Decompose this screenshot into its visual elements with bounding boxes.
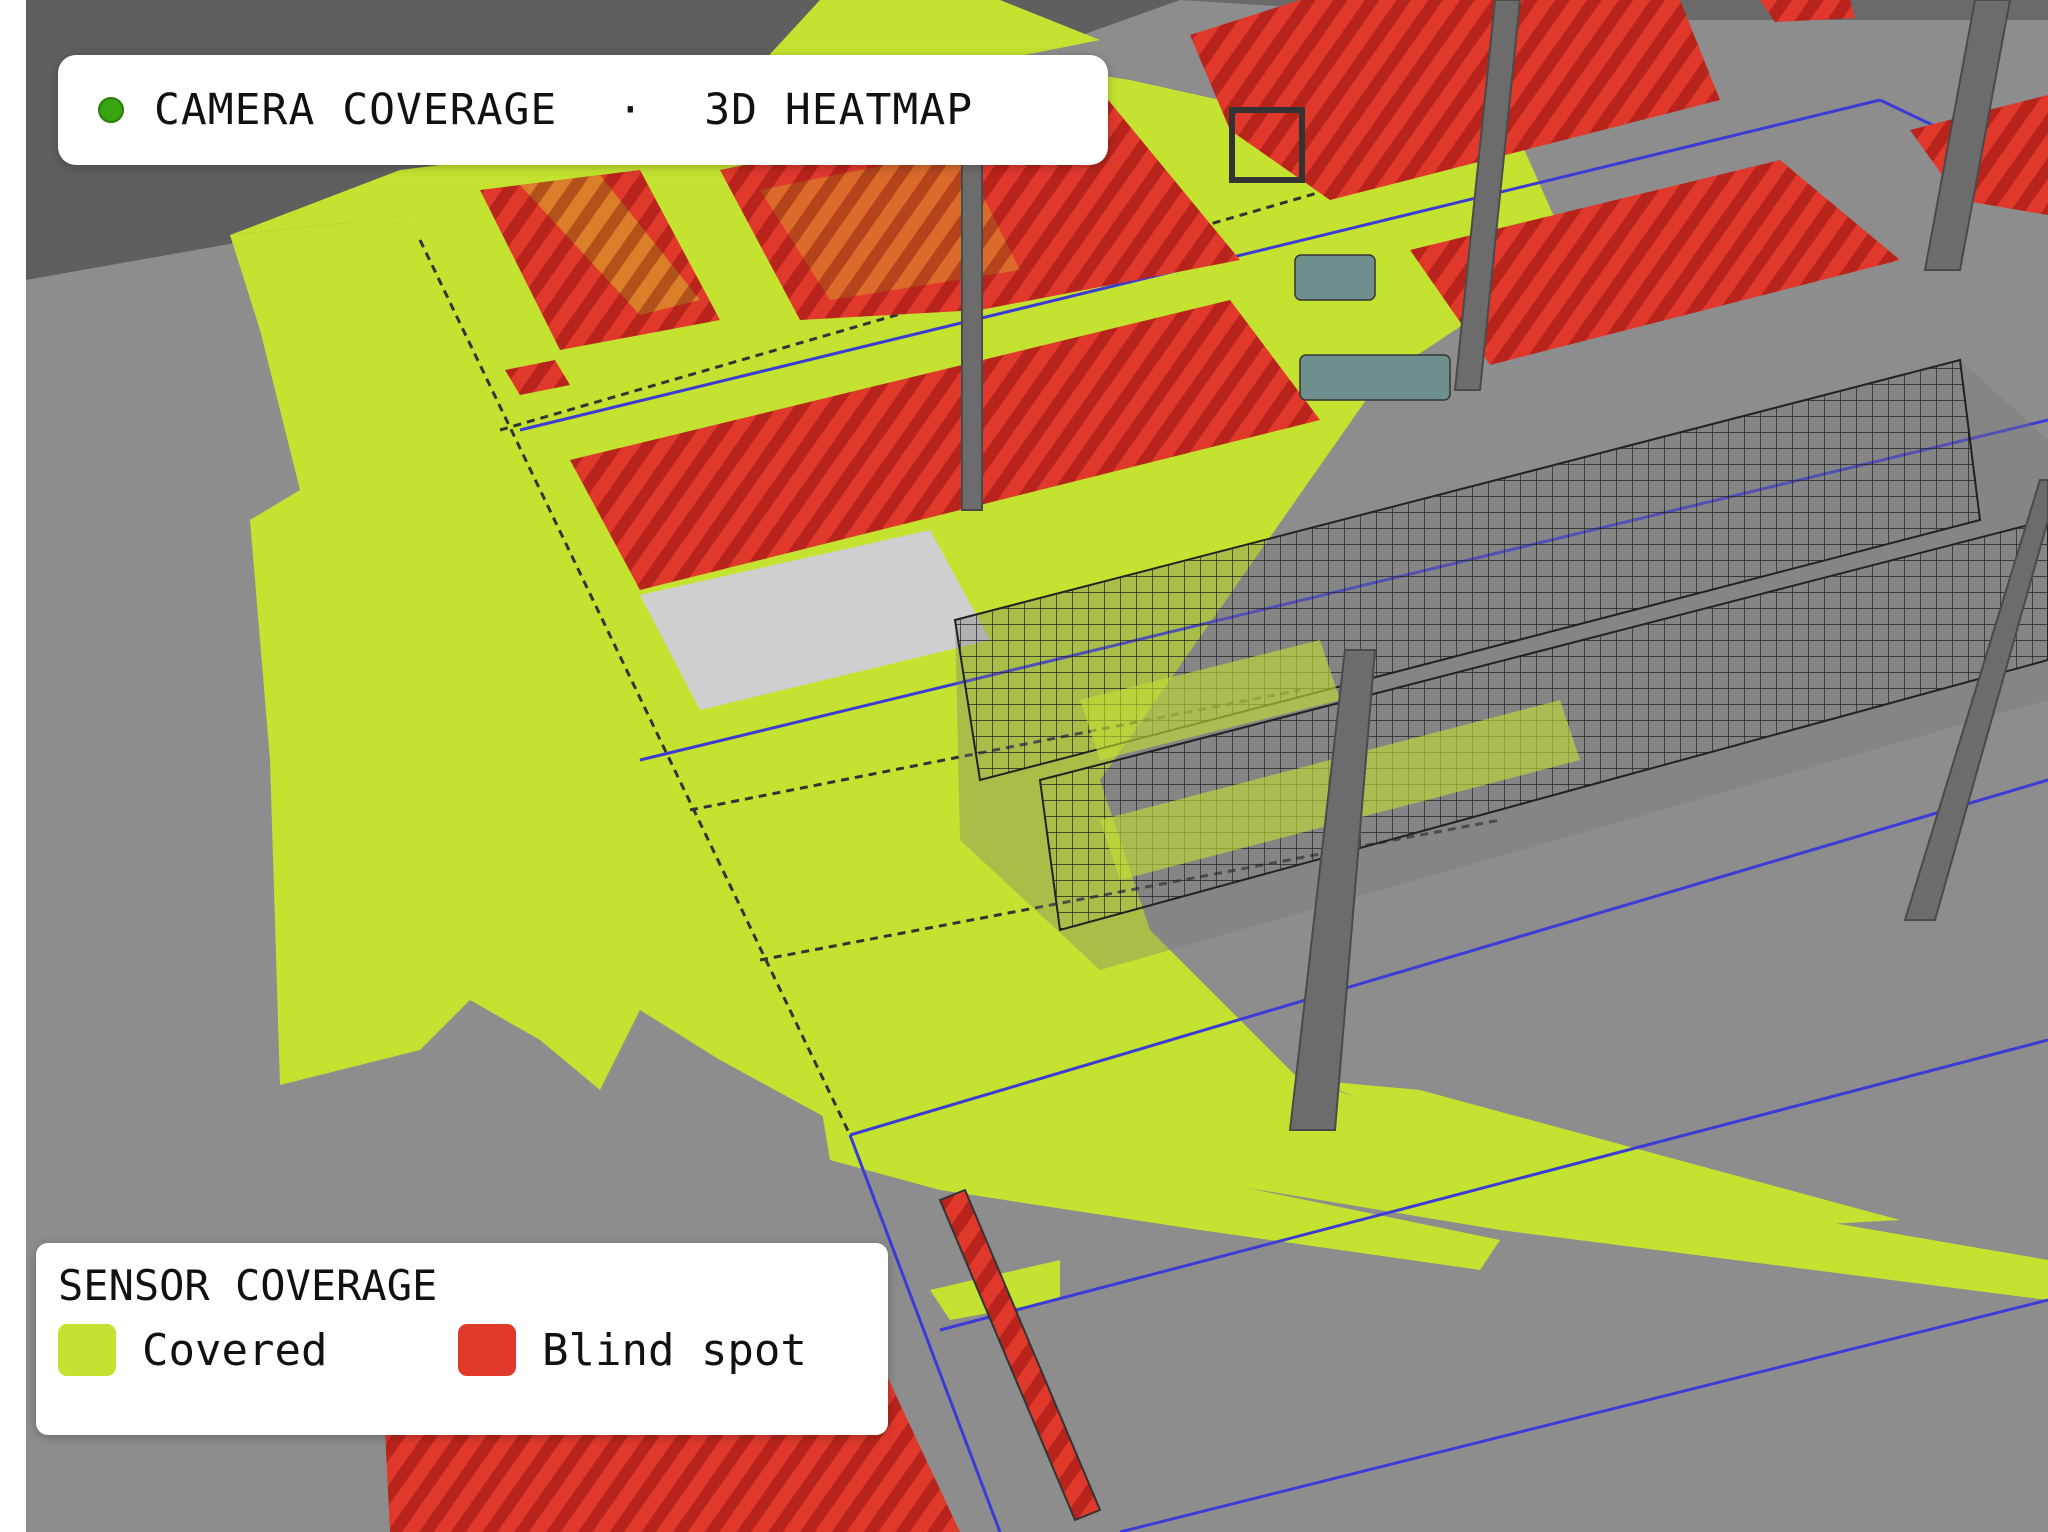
viewport[interactable]: CAMERA COVERAGE · 3D HEATMAP SENSOR COVE…	[0, 0, 2048, 1532]
title-panel: CAMERA COVERAGE · 3D HEATMAP	[58, 55, 1108, 165]
legend-panel: SENSOR COVERAGE Covered Blind spot	[36, 1243, 888, 1435]
legend-label: Blind spot	[542, 1324, 807, 1376]
legend-label: Covered	[142, 1324, 328, 1376]
covered-swatch	[58, 1324, 116, 1376]
legend-item-covered: Covered	[58, 1324, 458, 1376]
title-separator: ·	[617, 85, 645, 135]
blind-spot-swatch	[458, 1324, 516, 1376]
legend-item-blind-spot: Blind spot	[458, 1324, 858, 1376]
legend-title: SENSOR COVERAGE	[58, 1261, 438, 1310]
view-mode-label: 3D HEATMAP	[704, 85, 974, 135]
left-margin	[0, 0, 26, 1532]
blind-spot-top-right-small	[1760, 0, 1855, 22]
status-dot-icon	[98, 97, 124, 123]
panel-title: CAMERA COVERAGE	[154, 85, 558, 135]
legend-items: Covered Blind spot	[58, 1324, 888, 1376]
